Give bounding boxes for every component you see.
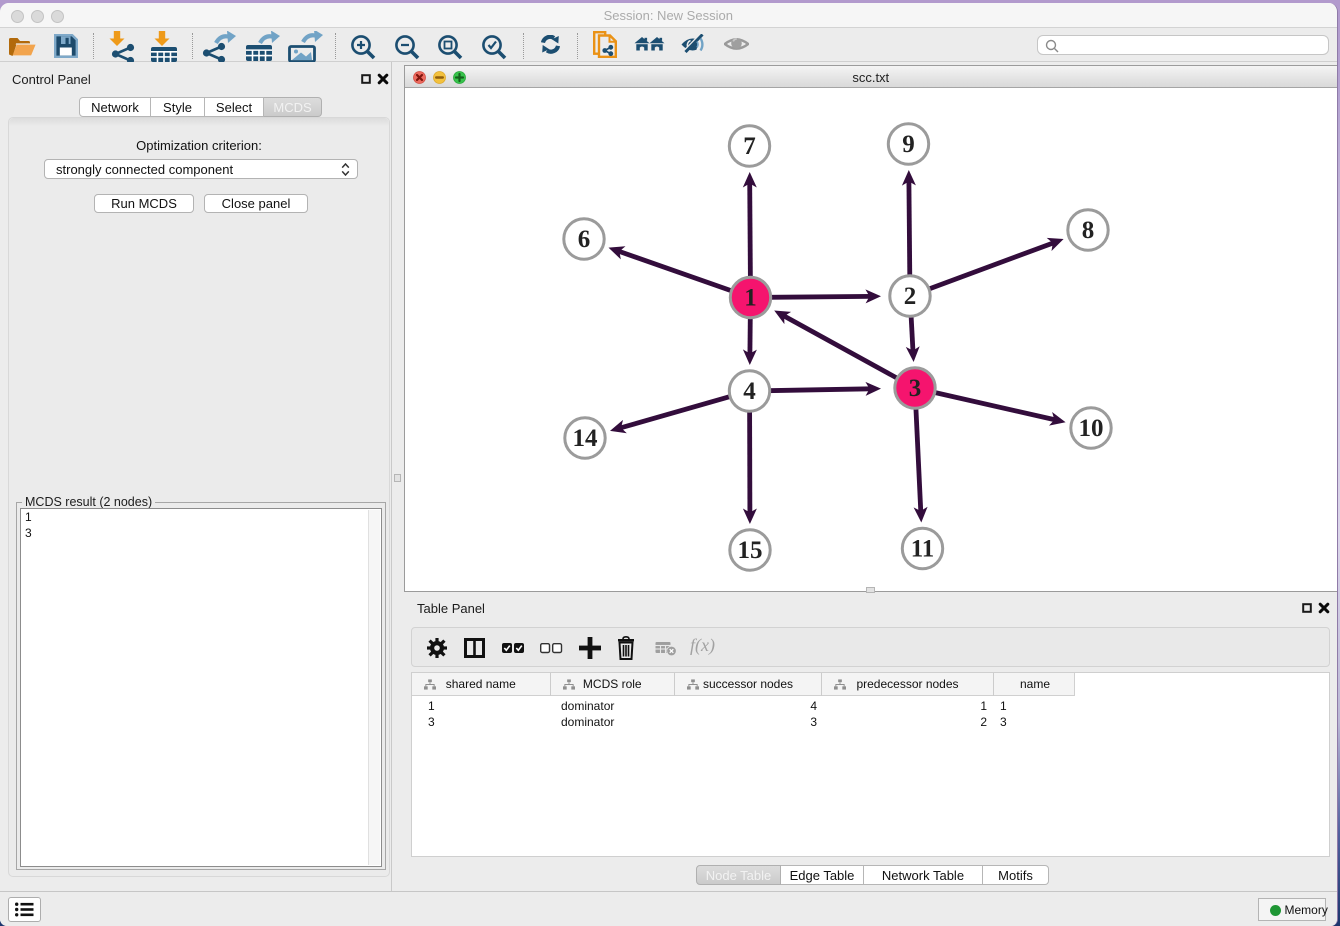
svg-text:7: 7	[743, 133, 756, 160]
svg-text:8: 8	[1082, 217, 1095, 244]
svg-text:15: 15	[738, 537, 763, 564]
svg-text:6: 6	[578, 226, 591, 253]
svg-text:10: 10	[1079, 415, 1104, 442]
svg-text:9: 9	[902, 131, 915, 158]
svg-text:1: 1	[744, 285, 757, 312]
svg-text:14: 14	[573, 425, 599, 452]
svg-text:3: 3	[909, 375, 922, 402]
svg-text:2: 2	[904, 283, 917, 310]
svg-text:11: 11	[911, 536, 935, 563]
svg-text:4: 4	[743, 378, 756, 405]
